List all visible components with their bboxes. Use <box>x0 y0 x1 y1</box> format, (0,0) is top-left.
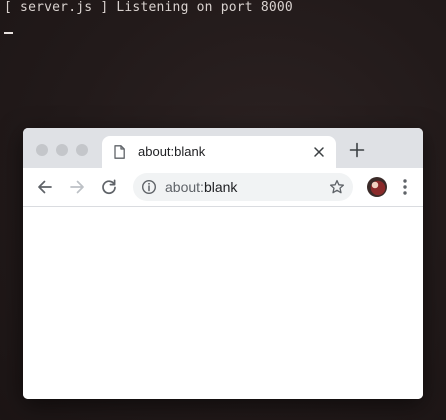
page-viewport[interactable] <box>23 207 423 399</box>
close-tab-icon[interactable] <box>312 145 326 159</box>
window-zoom-light[interactable] <box>76 144 88 156</box>
document-icon <box>114 145 125 159</box>
window-minimize-light[interactable] <box>56 144 68 156</box>
window-close-light[interactable] <box>36 144 48 156</box>
kebab-menu-icon[interactable] <box>401 178 409 196</box>
url-scheme: about: <box>165 179 204 195</box>
back-arrow-icon[interactable] <box>36 178 54 196</box>
url-host: blank <box>203 179 238 195</box>
tab-title: about:blank <box>138 144 206 159</box>
address-bar[interactable]: about:blank <box>133 173 353 201</box>
browser-toolbar: about:blank <box>23 168 423 207</box>
forward-arrow-icon[interactable] <box>68 178 86 196</box>
browser-window: about:blank about:blank <box>23 128 423 399</box>
terminal-output-line: [ server.js ] Listening on port 8000 <box>4 0 293 15</box>
terminal-cursor <box>4 32 13 34</box>
star-icon[interactable] <box>329 179 345 195</box>
new-tab-icon[interactable] <box>349 142 365 158</box>
tab-strip: about:blank <box>23 128 423 168</box>
address-bar-url: about:blank <box>165 179 237 195</box>
info-icon[interactable] <box>141 179 157 195</box>
profile-avatar[interactable] <box>367 177 387 197</box>
tab-about-blank[interactable]: about:blank <box>102 136 336 168</box>
reload-icon[interactable] <box>100 178 118 196</box>
